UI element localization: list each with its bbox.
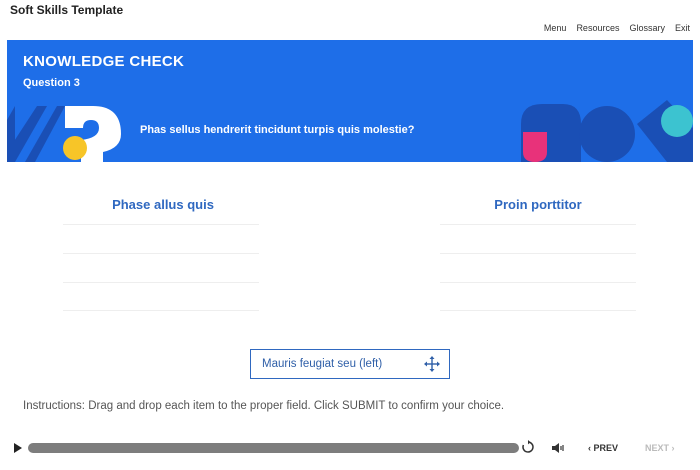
player-controls: ‹ PREV NEXT › — [0, 438, 700, 458]
left-column-heading: Phase allus quis — [112, 197, 214, 212]
next-label: NEXT — [645, 443, 670, 453]
play-button[interactable] — [14, 443, 22, 453]
draggable-item-label: Mauris feugiat seu (left) — [262, 358, 383, 370]
prev-label: PREV — [593, 443, 619, 453]
move-icon — [424, 356, 440, 372]
prev-button[interactable]: ‹ PREV — [588, 443, 618, 453]
exit-link[interactable]: Exit — [675, 23, 690, 33]
left-drop-zone-2[interactable] — [63, 253, 259, 254]
instructions-text: Instructions: Drag and drop each item to… — [23, 400, 505, 412]
right-drop-zone-1[interactable] — [440, 224, 636, 225]
left-drop-zone-1[interactable] — [63, 224, 259, 225]
right-drop-zone-4[interactable] — [440, 310, 636, 311]
left-drop-zone-4[interactable] — [63, 310, 259, 311]
app-title: Soft Skills Template — [10, 3, 124, 17]
resources-link[interactable]: Resources — [576, 23, 619, 33]
glossary-link[interactable]: Glossary — [629, 23, 665, 33]
top-navigation: Menu Resources Glossary Exit — [544, 23, 690, 33]
right-column-heading: Proin porttitor — [494, 197, 582, 212]
draggable-item[interactable]: Mauris feugiat seu (left) — [250, 349, 450, 379]
question-mark-decoration — [63, 106, 121, 162]
question-text: Phas sellus hendrerit tincidunt turpis q… — [140, 124, 415, 136]
question-number: Question 3 — [23, 77, 80, 89]
right-drop-zone-2[interactable] — [440, 253, 636, 254]
knowledge-check-title: KNOWLEDGE CHECK — [23, 53, 185, 70]
chevron-right-icon: › — [671, 443, 675, 453]
chevron-left-icon: ‹ — [588, 443, 591, 453]
question-banner: KNOWLEDGE CHECK Question 3 Phas sellus h… — [7, 40, 693, 162]
shapes-decoration — [521, 100, 693, 162]
volume-icon[interactable] — [551, 441, 565, 455]
stripes-decoration — [7, 106, 65, 162]
left-drop-zone-3[interactable] — [63, 282, 259, 283]
menu-link[interactable]: Menu — [544, 23, 567, 33]
right-drop-zone-3[interactable] — [440, 282, 636, 283]
replay-icon[interactable] — [521, 440, 535, 454]
progress-bar[interactable] — [28, 443, 519, 453]
next-button[interactable]: NEXT › — [645, 443, 675, 453]
